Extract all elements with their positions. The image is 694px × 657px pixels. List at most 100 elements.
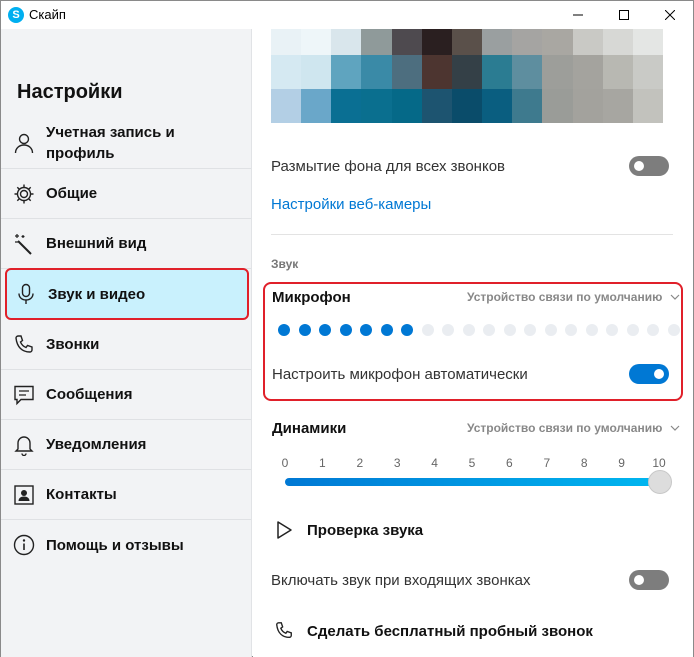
speaker-volume-slider[interactable] bbox=[285, 470, 672, 494]
window-title: Скайп bbox=[29, 7, 66, 22]
volume-tick-label: 1 bbox=[319, 456, 326, 470]
preview-pixel bbox=[301, 29, 332, 55]
preview-pixel bbox=[361, 55, 392, 89]
sidebar-item-label: Общие bbox=[46, 185, 98, 202]
audio-section-label: Звук bbox=[271, 257, 299, 271]
preview-pixel bbox=[271, 29, 302, 55]
preview-pixel bbox=[271, 89, 302, 123]
sidebar-item-label: Уведомления bbox=[46, 436, 147, 453]
speakers-device-value: Устройство связи по умолчанию bbox=[467, 421, 663, 435]
preview-pixel bbox=[632, 89, 663, 123]
sidebar-item-help[interactable]: Помощь и отзывы bbox=[1, 520, 251, 570]
preview-pixel bbox=[632, 55, 663, 89]
preview-pixel bbox=[391, 55, 422, 89]
volume-tick-label: 8 bbox=[580, 456, 588, 470]
maximize-icon bbox=[619, 10, 629, 20]
test-sound-button[interactable]: Проверка звука bbox=[273, 519, 423, 541]
settings-content: Размытие фона для всех звонков Настройки… bbox=[253, 29, 693, 657]
preview-pixel bbox=[271, 55, 302, 89]
contact-card-icon bbox=[12, 483, 36, 507]
preview-pixel bbox=[572, 89, 603, 123]
sidebar-item-contacts[interactable]: Контакты bbox=[1, 470, 251, 520]
sidebar-item-label: Звонки bbox=[46, 336, 100, 353]
minimize-icon bbox=[573, 14, 583, 16]
chevron-down-icon bbox=[670, 294, 680, 300]
volume-tick-label: 7 bbox=[543, 456, 551, 470]
play-icon bbox=[273, 519, 295, 541]
sidebar-item-notifications[interactable]: Уведомления bbox=[1, 420, 251, 470]
sidebar-item-general[interactable]: Общие bbox=[1, 169, 251, 219]
preview-pixel bbox=[391, 89, 422, 123]
volume-fill bbox=[285, 478, 661, 486]
preview-pixel bbox=[451, 29, 483, 55]
preview-pixel bbox=[331, 29, 362, 55]
bell-icon bbox=[12, 433, 36, 457]
preview-pixel bbox=[451, 55, 483, 89]
phone-icon bbox=[273, 620, 295, 642]
info-icon bbox=[12, 533, 36, 557]
microphone-auto-toggle[interactable] bbox=[629, 364, 669, 384]
mic-level-dot bbox=[401, 324, 413, 336]
preview-pixel bbox=[482, 29, 513, 55]
close-button[interactable] bbox=[647, 1, 693, 29]
sidebar-item-messages[interactable]: Сообщения bbox=[1, 370, 251, 420]
preview-pixel bbox=[391, 29, 422, 55]
mic-level-dot bbox=[421, 324, 434, 336]
divider bbox=[271, 234, 673, 235]
sidebar-item-appearance[interactable]: Внешний вид bbox=[1, 219, 251, 269]
sidebar-item-calls[interactable]: Звонки bbox=[1, 320, 251, 370]
mic-level-dot bbox=[667, 324, 680, 336]
speakers-device-select[interactable]: Устройство связи по умолчанию bbox=[467, 421, 680, 435]
preview-pixel bbox=[421, 55, 452, 89]
volume-tick-label: 4 bbox=[431, 456, 438, 470]
sidebar-item-label: Звук и видео bbox=[48, 285, 146, 303]
minimize-button[interactable] bbox=[555, 1, 601, 29]
preview-pixel bbox=[331, 55, 362, 89]
microphone-auto-label: Настроить микрофон автоматически bbox=[272, 366, 528, 383]
preview-pixel bbox=[542, 55, 573, 89]
sidebar-item-label: Контакты bbox=[46, 486, 117, 503]
free-test-call-button[interactable]: Сделать бесплатный пробный звонок bbox=[273, 620, 593, 642]
sidebar-item-label: Учетная запись и bbox=[46, 123, 175, 141]
preview-pixel bbox=[421, 89, 452, 123]
person-icon bbox=[12, 131, 36, 155]
mic-level-dot bbox=[585, 324, 598, 336]
sidebar-item-label: Внешний вид bbox=[46, 235, 147, 252]
mic-level-dot bbox=[380, 324, 393, 336]
free-test-call-label: Сделать бесплатный пробный звонок bbox=[307, 622, 593, 640]
microphone-device-value: Устройство связи по умолчанию bbox=[467, 290, 663, 304]
mic-level-dot bbox=[503, 324, 516, 336]
mic-level-dot bbox=[360, 324, 372, 336]
sidebar-item-label: профиль bbox=[46, 144, 115, 162]
microphone-icon bbox=[14, 282, 38, 306]
preview-pixel bbox=[482, 89, 513, 123]
mic-level-dot bbox=[442, 324, 454, 336]
microphone-device-select[interactable]: Устройство связи по умолчанию bbox=[467, 290, 680, 304]
preview-pixel bbox=[301, 89, 332, 123]
volume-tick-label: 9 bbox=[618, 456, 625, 470]
gear-icon bbox=[12, 182, 36, 206]
maximize-button[interactable] bbox=[601, 1, 647, 29]
mic-level-dot bbox=[278, 324, 290, 336]
incoming-ring-toggle[interactable] bbox=[629, 570, 669, 590]
preview-pixel bbox=[361, 29, 392, 55]
preview-pixel bbox=[421, 29, 452, 55]
message-icon bbox=[12, 383, 36, 407]
volume-tick-label: 0 bbox=[281, 456, 289, 470]
preview-pixel bbox=[301, 55, 332, 89]
background-blur-toggle[interactable] bbox=[629, 156, 669, 176]
settings-title: Настройки bbox=[17, 81, 123, 103]
sidebar-item-audio-video[interactable]: Звук и видео bbox=[5, 268, 249, 320]
preview-pixel bbox=[542, 89, 573, 123]
preview-pixel bbox=[482, 55, 513, 89]
skype-window: S Скайп Настройки Учетная запись и профил… bbox=[0, 0, 694, 657]
webcam-settings-link[interactable]: Настройки веб-камеры bbox=[271, 196, 431, 213]
mic-level-dot bbox=[298, 324, 311, 336]
mic-level-dot bbox=[626, 324, 639, 336]
volume-thumb[interactable] bbox=[648, 470, 672, 494]
sidebar-item-account[interactable]: Учетная запись и профиль bbox=[1, 117, 251, 169]
preview-pixel bbox=[572, 55, 603, 89]
volume-tick-label: 5 bbox=[468, 456, 476, 470]
test-sound-label: Проверка звука bbox=[307, 521, 424, 539]
phone-icon bbox=[12, 333, 36, 357]
